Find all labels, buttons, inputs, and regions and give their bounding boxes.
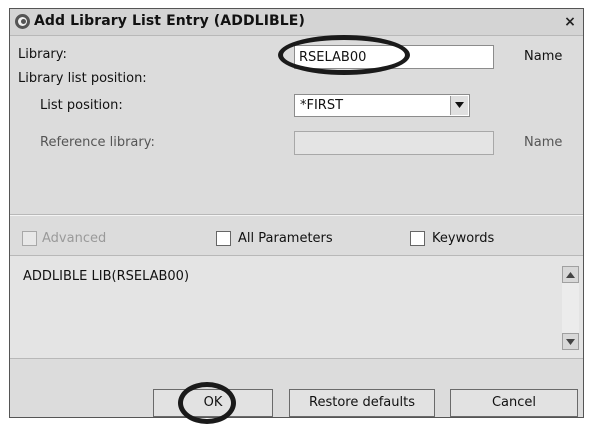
eclipse-icon bbox=[15, 14, 30, 29]
reference-library-input bbox=[294, 131, 494, 155]
reference-name-hint: Name bbox=[524, 135, 563, 150]
scroll-down-button[interactable] bbox=[562, 333, 579, 350]
dropdown-button[interactable] bbox=[450, 96, 468, 115]
separator bbox=[10, 214, 583, 216]
restore-defaults-button[interactable]: Restore defaults bbox=[289, 389, 435, 417]
advanced-checkbox bbox=[22, 231, 37, 246]
reference-library-label: Reference library: bbox=[40, 135, 155, 150]
chevron-down-icon bbox=[455, 102, 464, 108]
arrow-down-icon bbox=[566, 339, 575, 345]
vertical-scrollbar[interactable] bbox=[562, 266, 579, 350]
keywords-label[interactable]: Keywords bbox=[432, 231, 494, 246]
library-list-position-label: Library list position: bbox=[18, 71, 147, 86]
close-button[interactable]: × bbox=[561, 13, 579, 31]
ok-button[interactable]: OK bbox=[153, 389, 273, 417]
close-icon: × bbox=[564, 14, 576, 30]
list-position-label: List position: bbox=[40, 98, 123, 113]
all-parameters-label[interactable]: All Parameters bbox=[238, 231, 333, 246]
library-label: Library: bbox=[18, 47, 67, 62]
command-text: ADDLIBLE LIB(RSELAB00) bbox=[23, 269, 190, 284]
library-input[interactable] bbox=[294, 45, 494, 69]
all-parameters-checkbox[interactable] bbox=[216, 231, 231, 246]
arrow-up-icon bbox=[566, 272, 575, 278]
title-bar[interactable]: Add Library List Entry (ADDLIBLE) × bbox=[10, 9, 583, 36]
scroll-up-button[interactable] bbox=[562, 266, 579, 283]
add-library-list-entry-dialog: Add Library List Entry (ADDLIBLE) × Libr… bbox=[9, 8, 584, 424]
library-name-hint: Name bbox=[524, 49, 563, 64]
command-text-area[interactable]: ADDLIBLE LIB(RSELAB00) bbox=[10, 255, 583, 359]
list-position-value: *FIRST bbox=[300, 98, 344, 113]
keywords-checkbox[interactable] bbox=[410, 231, 425, 246]
list-position-select[interactable]: *FIRST bbox=[294, 94, 470, 117]
dialog-title: Add Library List Entry (ADDLIBLE) bbox=[34, 13, 305, 29]
advanced-label: Advanced bbox=[42, 231, 107, 246]
cancel-button[interactable]: Cancel bbox=[450, 389, 578, 417]
